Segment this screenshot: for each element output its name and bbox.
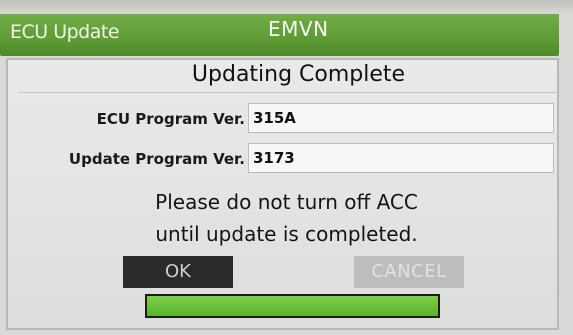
app-title: ECU Update xyxy=(10,21,120,43)
progress-fill xyxy=(147,296,438,316)
update-program-version-value: 3173 xyxy=(248,143,554,173)
update-code: EMVN xyxy=(268,17,329,41)
ok-button[interactable]: OK xyxy=(123,256,233,288)
ecu-program-version-value: 315A xyxy=(248,103,554,133)
warning-message-line-1: Please do not turn off ACC xyxy=(155,190,418,214)
warning-message-line-2: until update is completed. xyxy=(155,222,418,246)
heading-divider xyxy=(18,92,558,93)
update-program-version-label: Update Program Ver. xyxy=(68,150,245,168)
screen-bezel xyxy=(0,0,573,14)
ecu-program-version-label: ECU Program Ver. xyxy=(96,110,245,128)
ecu-update-screen: ECU Update EMVN Updating Complete ECU Pr… xyxy=(0,0,573,335)
cancel-button[interactable]: CANCEL xyxy=(354,256,464,288)
dialog-heading: Updating Complete xyxy=(191,62,406,87)
update-progress-bar xyxy=(145,294,440,318)
